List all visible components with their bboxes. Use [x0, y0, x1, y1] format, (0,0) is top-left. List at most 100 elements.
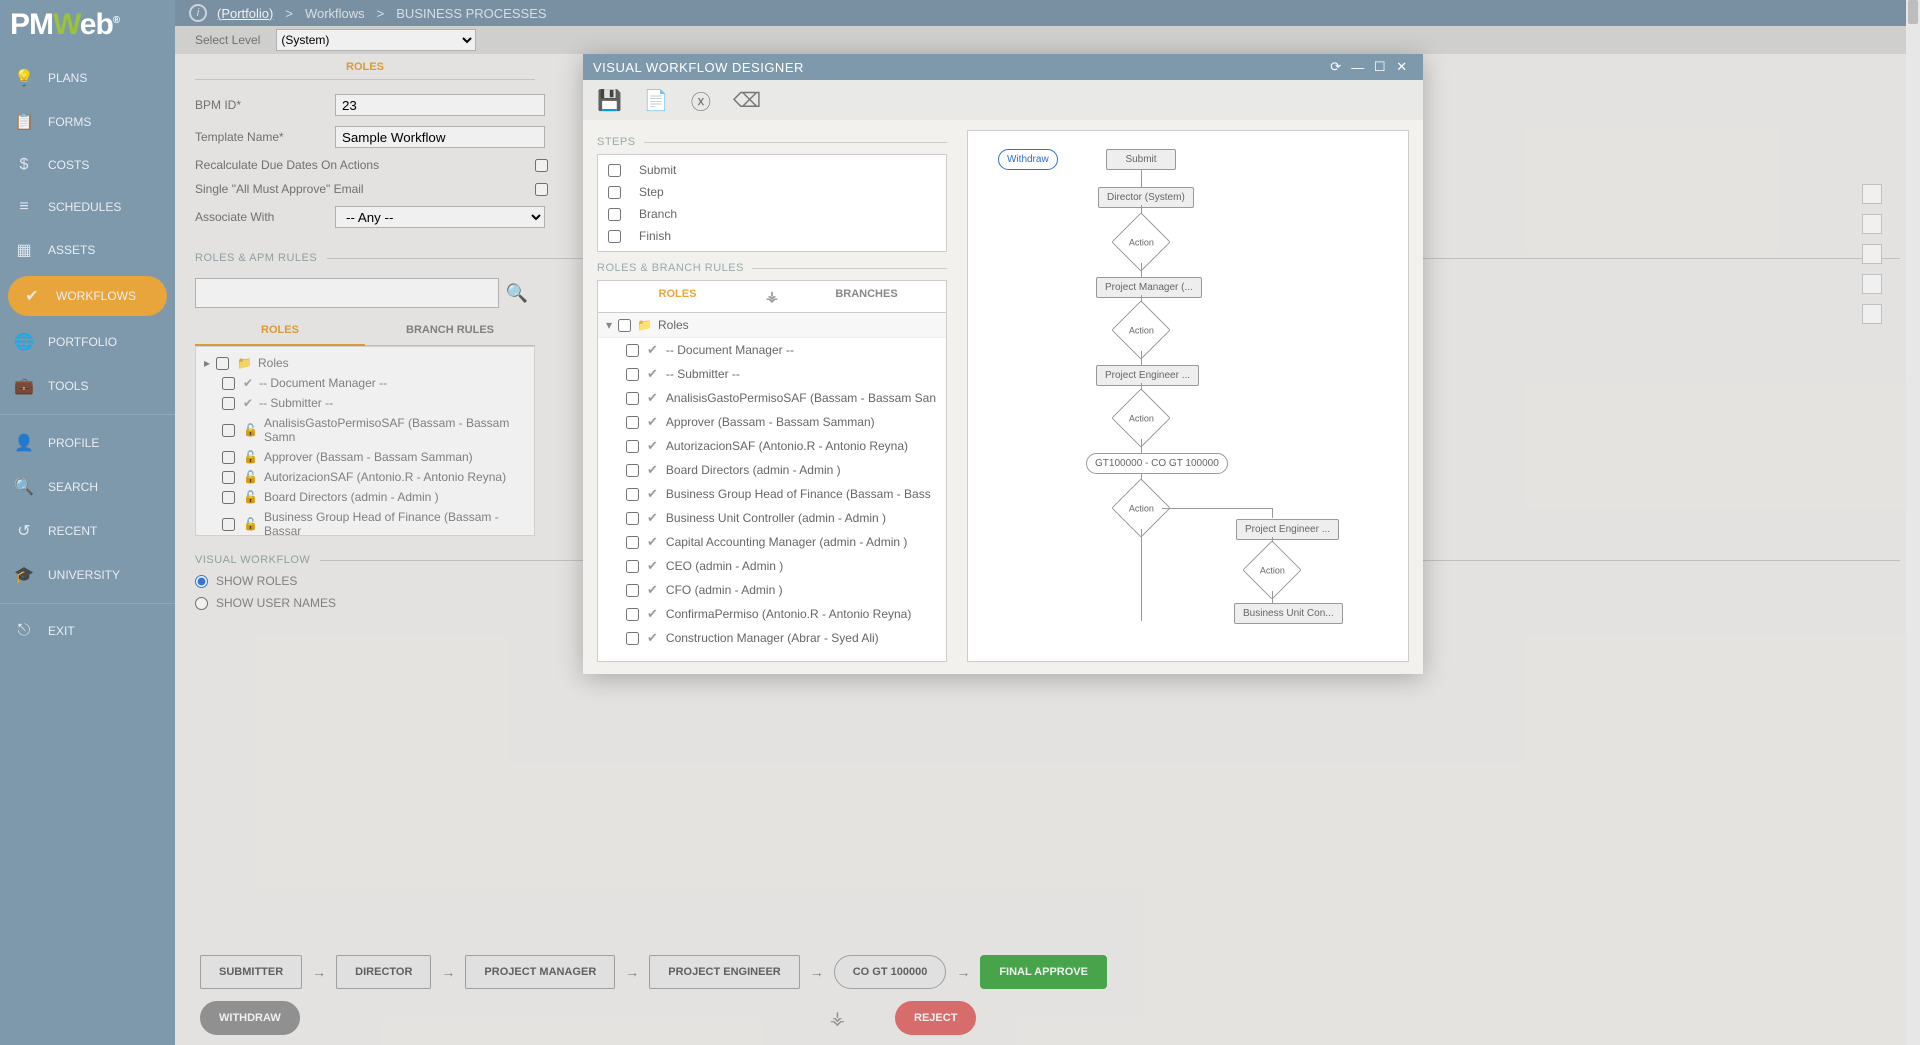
role-checkbox[interactable] — [626, 368, 639, 381]
recalc-checkbox[interactable] — [535, 159, 548, 172]
save-icon[interactable]: 💾 — [597, 88, 622, 113]
role-checkbox[interactable] — [626, 344, 639, 357]
bg-role-row[interactable]: 🔓 Board Directors (admin - Admin ) — [204, 487, 526, 507]
sidebar-item-search[interactable]: 🔍SEARCH — [0, 465, 175, 509]
minimize-icon[interactable]: — — [1347, 60, 1369, 75]
role-row[interactable]: ✔Board Directors (admin - Admin ) — [598, 458, 946, 482]
node-pm[interactable]: PROJECT MANAGER — [465, 955, 615, 989]
bg-role-row[interactable]: 🔓 AnalisisGastoPermisoSAF (Bassam - Bass… — [204, 413, 526, 447]
pin-icon[interactable]: ⟳ — [1325, 59, 1347, 75]
breadcrumb-portfolio[interactable]: (Portfolio) — [217, 6, 273, 21]
bg-role-row[interactable]: 🔓 Business Group Head of Finance (Bassam… — [204, 507, 526, 536]
delete-icon[interactable]: ⌫ — [733, 88, 761, 113]
node-submitter[interactable]: SUBMITTER — [200, 955, 302, 989]
bg-role-row[interactable]: ✔ -- Submitter -- — [204, 393, 526, 413]
bpm-id-input[interactable] — [335, 94, 545, 116]
role-row[interactable]: ✔Business Unit Controller (admin - Admin… — [598, 506, 946, 530]
associate-with-dropdown[interactable]: -- Any -- — [335, 206, 545, 228]
diag-submit[interactable]: Submit — [1106, 149, 1176, 170]
role-row[interactable]: ✔Construction Manager (Abrar - Syed Ali) — [598, 626, 946, 650]
roles-tree[interactable]: ▾📁Roles✔-- Document Manager --✔-- Submit… — [597, 312, 947, 662]
tab-branches-dialog[interactable]: BRANCHES — [787, 281, 946, 312]
diag-pe[interactable]: Project Engineer ... — [1096, 365, 1199, 386]
sidebar-item-university[interactable]: 🎓UNIVERSITY — [0, 553, 175, 597]
role-checkbox[interactable] — [626, 392, 639, 405]
role-checkbox[interactable] — [626, 488, 639, 501]
step-checkbox[interactable] — [608, 164, 621, 177]
role-checkbox[interactable] — [626, 584, 639, 597]
maximize-icon[interactable]: ☐ — [1369, 59, 1391, 75]
info-icon[interactable]: i — [189, 4, 207, 22]
node-co[interactable]: CO GT 100000 — [834, 955, 947, 989]
sidebar-item-tools[interactable]: 💼TOOLS — [0, 364, 175, 408]
step-checkbox[interactable] — [608, 208, 621, 221]
bg-role-row[interactable]: 🔓 Approver (Bassam - Bassam Samman) — [204, 447, 526, 467]
role-row[interactable]: ✔ConfirmaPermiso (Antonio.R - Antonio Re… — [598, 602, 946, 626]
step-row[interactable]: Step — [608, 181, 936, 203]
node-director[interactable]: DIRECTOR — [336, 955, 431, 989]
step-checkbox[interactable] — [608, 186, 621, 199]
add-page-icon[interactable]: 📄 — [644, 88, 669, 113]
role-row[interactable]: ✔Capital Accounting Manager (admin - Adm… — [598, 530, 946, 554]
role-row[interactable]: ✔AutorizacionSAF (Antonio.R - Antonio Re… — [598, 434, 946, 458]
diag-director[interactable]: Director (System) — [1098, 187, 1194, 208]
roles-search-input[interactable] — [195, 278, 499, 308]
sidebar-item-forms[interactable]: 📋FORMS — [0, 100, 175, 144]
diag-pe2[interactable]: Project Engineer ... — [1236, 519, 1339, 540]
sidebar-item-exit[interactable]: ⎋EXIT — [0, 610, 175, 652]
node-pe[interactable]: PROJECT ENGINEER — [649, 955, 799, 989]
role-checkbox[interactable] — [626, 608, 639, 621]
sidebar-item-portfolio[interactable]: 🌐PORTFOLIO — [0, 320, 175, 364]
select-level-dropdown[interactable]: (System) — [276, 29, 476, 51]
close-icon[interactable]: ✕ — [1391, 59, 1413, 75]
node-final-approve[interactable]: FINAL APPROVE — [980, 955, 1107, 989]
cancel-icon[interactable]: ⓧ — [691, 86, 711, 115]
role-checkbox[interactable] — [626, 416, 639, 429]
role-row[interactable]: ✔-- Submitter -- — [598, 362, 946, 386]
outer-scrollbar[interactable] — [1906, 0, 1920, 1045]
step-row[interactable]: Branch — [608, 203, 936, 225]
radio-show-users[interactable] — [195, 597, 208, 610]
role-checkbox[interactable] — [626, 464, 639, 477]
single-approve-checkbox[interactable] — [535, 183, 548, 196]
tab-branch-rules[interactable]: BRANCH RULES — [365, 316, 535, 345]
bg-role-row[interactable]: ▸ 📁 Roles — [204, 353, 526, 373]
workflow-diagram[interactable]: Withdraw Submit Director (System) Action… — [967, 130, 1409, 662]
sidebar-item-workflows[interactable]: ✔WORKFLOWS — [8, 276, 167, 316]
roles-tree-bg[interactable]: ▸ 📁 Roles ✔ -- Document Manager -- ✔ -- … — [195, 346, 535, 536]
diag-pm[interactable]: Project Manager (... — [1096, 277, 1202, 298]
node-withdraw[interactable]: WITHDRAW — [200, 1001, 300, 1035]
bg-role-row[interactable]: ✔ -- Document Manager -- — [204, 373, 526, 393]
radio-show-roles[interactable] — [195, 575, 208, 588]
sidebar-item-profile[interactable]: 👤PROFILE — [0, 421, 175, 465]
tree-root[interactable]: ▾📁Roles — [598, 313, 946, 338]
bg-role-row[interactable]: 🔓 AutorizacionSAF (Antonio.R - Antonio R… — [204, 467, 526, 487]
node-reject[interactable]: REJECT — [895, 1001, 976, 1035]
role-checkbox[interactable] — [626, 440, 639, 453]
role-checkbox[interactable] — [626, 536, 639, 549]
role-row[interactable]: ✔Business Group Head of Finance (Bassam … — [598, 482, 946, 506]
diag-co[interactable]: GT100000 - CO GT 100000 — [1086, 453, 1228, 474]
role-row[interactable]: ✔-- Document Manager -- — [598, 338, 946, 362]
breadcrumb-workflows[interactable]: Workflows — [305, 6, 365, 21]
role-checkbox[interactable] — [626, 512, 639, 525]
diag-buc[interactable]: Business Unit Con... — [1234, 603, 1343, 624]
role-checkbox[interactable] — [626, 632, 639, 645]
step-row[interactable]: Finish — [608, 225, 936, 247]
search-icon[interactable]: 🔍 — [499, 278, 535, 308]
sidebar-item-recent[interactable]: ↺RECENT — [0, 509, 175, 553]
role-row[interactable]: ✔Approver (Bassam - Bassam Samman) — [598, 410, 946, 434]
template-name-input[interactable] — [335, 126, 545, 148]
roles-tab-header[interactable]: ROLES — [195, 54, 535, 80]
diag-withdraw[interactable]: Withdraw — [998, 149, 1058, 170]
tab-roles[interactable]: ROLES — [195, 316, 365, 346]
sidebar-item-costs[interactable]: $COSTS — [0, 144, 175, 186]
step-row[interactable]: Submit — [608, 159, 936, 181]
role-checkbox[interactable] — [626, 560, 639, 573]
sidebar-item-assets[interactable]: ▦ASSETS — [0, 228, 175, 272]
tab-roles-dialog[interactable]: ROLES — [598, 281, 757, 312]
sidebar-item-plans[interactable]: 💡PLANS — [0, 56, 175, 100]
sidebar-item-schedules[interactable]: ≡SCHEDULES — [0, 186, 175, 228]
step-checkbox[interactable] — [608, 230, 621, 243]
role-row[interactable]: ✔CEO (admin - Admin ) — [598, 554, 946, 578]
